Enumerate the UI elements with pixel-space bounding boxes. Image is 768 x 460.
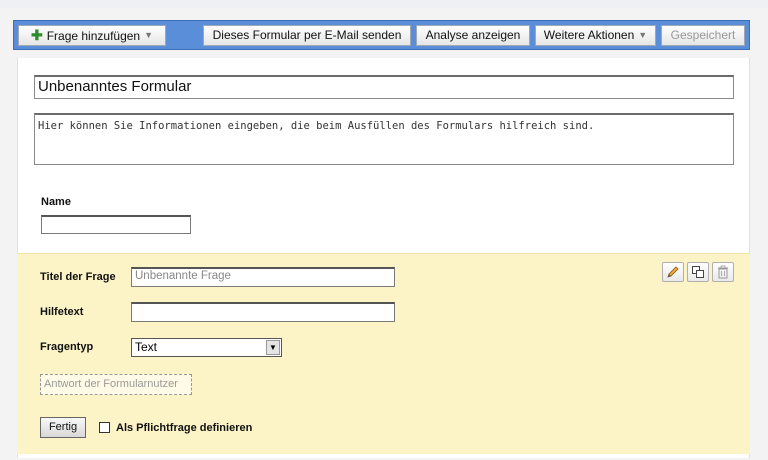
saved-button: Gespeichert <box>661 25 745 46</box>
help-text-label: Hilfetext <box>40 306 84 318</box>
question-type-value: Text <box>135 340 158 354</box>
email-form-button[interactable]: Dieses Formular per E-Mail senden <box>203 25 411 46</box>
dropdown-arrow-icon: ▼ <box>266 340 280 355</box>
form-description-input[interactable]: Hier können Sie Informationen eingeben, … <box>34 113 734 165</box>
trash-icon <box>718 265 728 279</box>
edit-question-button[interactable] <box>662 262 684 282</box>
delete-question-button[interactable] <box>712 262 734 282</box>
top-strip <box>0 0 768 8</box>
show-analysis-button[interactable]: Analyse anzeigen <box>416 25 530 46</box>
required-checkbox[interactable] <box>99 422 110 433</box>
chevron-down-icon: ▼ <box>144 30 154 40</box>
add-question-label: Frage hinzufügen <box>46 29 141 43</box>
toolbar: ✚ Frage hinzufügen ▼ Dieses Formular per E… <box>13 20 750 50</box>
name-field[interactable] <box>41 215 191 234</box>
question-title-input[interactable]: Unbenannte Frage <box>131 267 395 287</box>
duplicate-question-button[interactable] <box>687 262 709 282</box>
add-question-button[interactable]: ✚ Frage hinzufügen ▼ <box>18 25 166 46</box>
pencil-icon <box>667 266 679 278</box>
answer-preview-field: Antwort der Formularnutzer <box>40 374 192 395</box>
more-actions-label: Weitere Aktionen <box>543 28 635 42</box>
chevron-down-icon: ▼ <box>638 30 648 40</box>
help-text-input[interactable] <box>131 302 395 322</box>
question-type-label: Fragentyp <box>40 341 94 353</box>
question-title-label: Titel der Frage <box>40 271 116 283</box>
done-button[interactable]: Fertig <box>40 417 86 438</box>
more-actions-button[interactable]: Weitere Aktionen ▼ <box>535 25 656 46</box>
question-type-select[interactable]: Text ▼ <box>131 338 282 357</box>
plus-icon: ✚ <box>30 27 43 43</box>
duplicate-icon <box>692 266 704 278</box>
required-label: Als Pflichtfrage definieren <box>116 422 253 434</box>
name-label: Name <box>41 196 71 208</box>
question-edit-panel: Titel der Frage Unbenannte Frage Hilfete… <box>17 253 750 454</box>
form-title-input[interactable]: Unbenanntes Formular <box>34 75 734 99</box>
